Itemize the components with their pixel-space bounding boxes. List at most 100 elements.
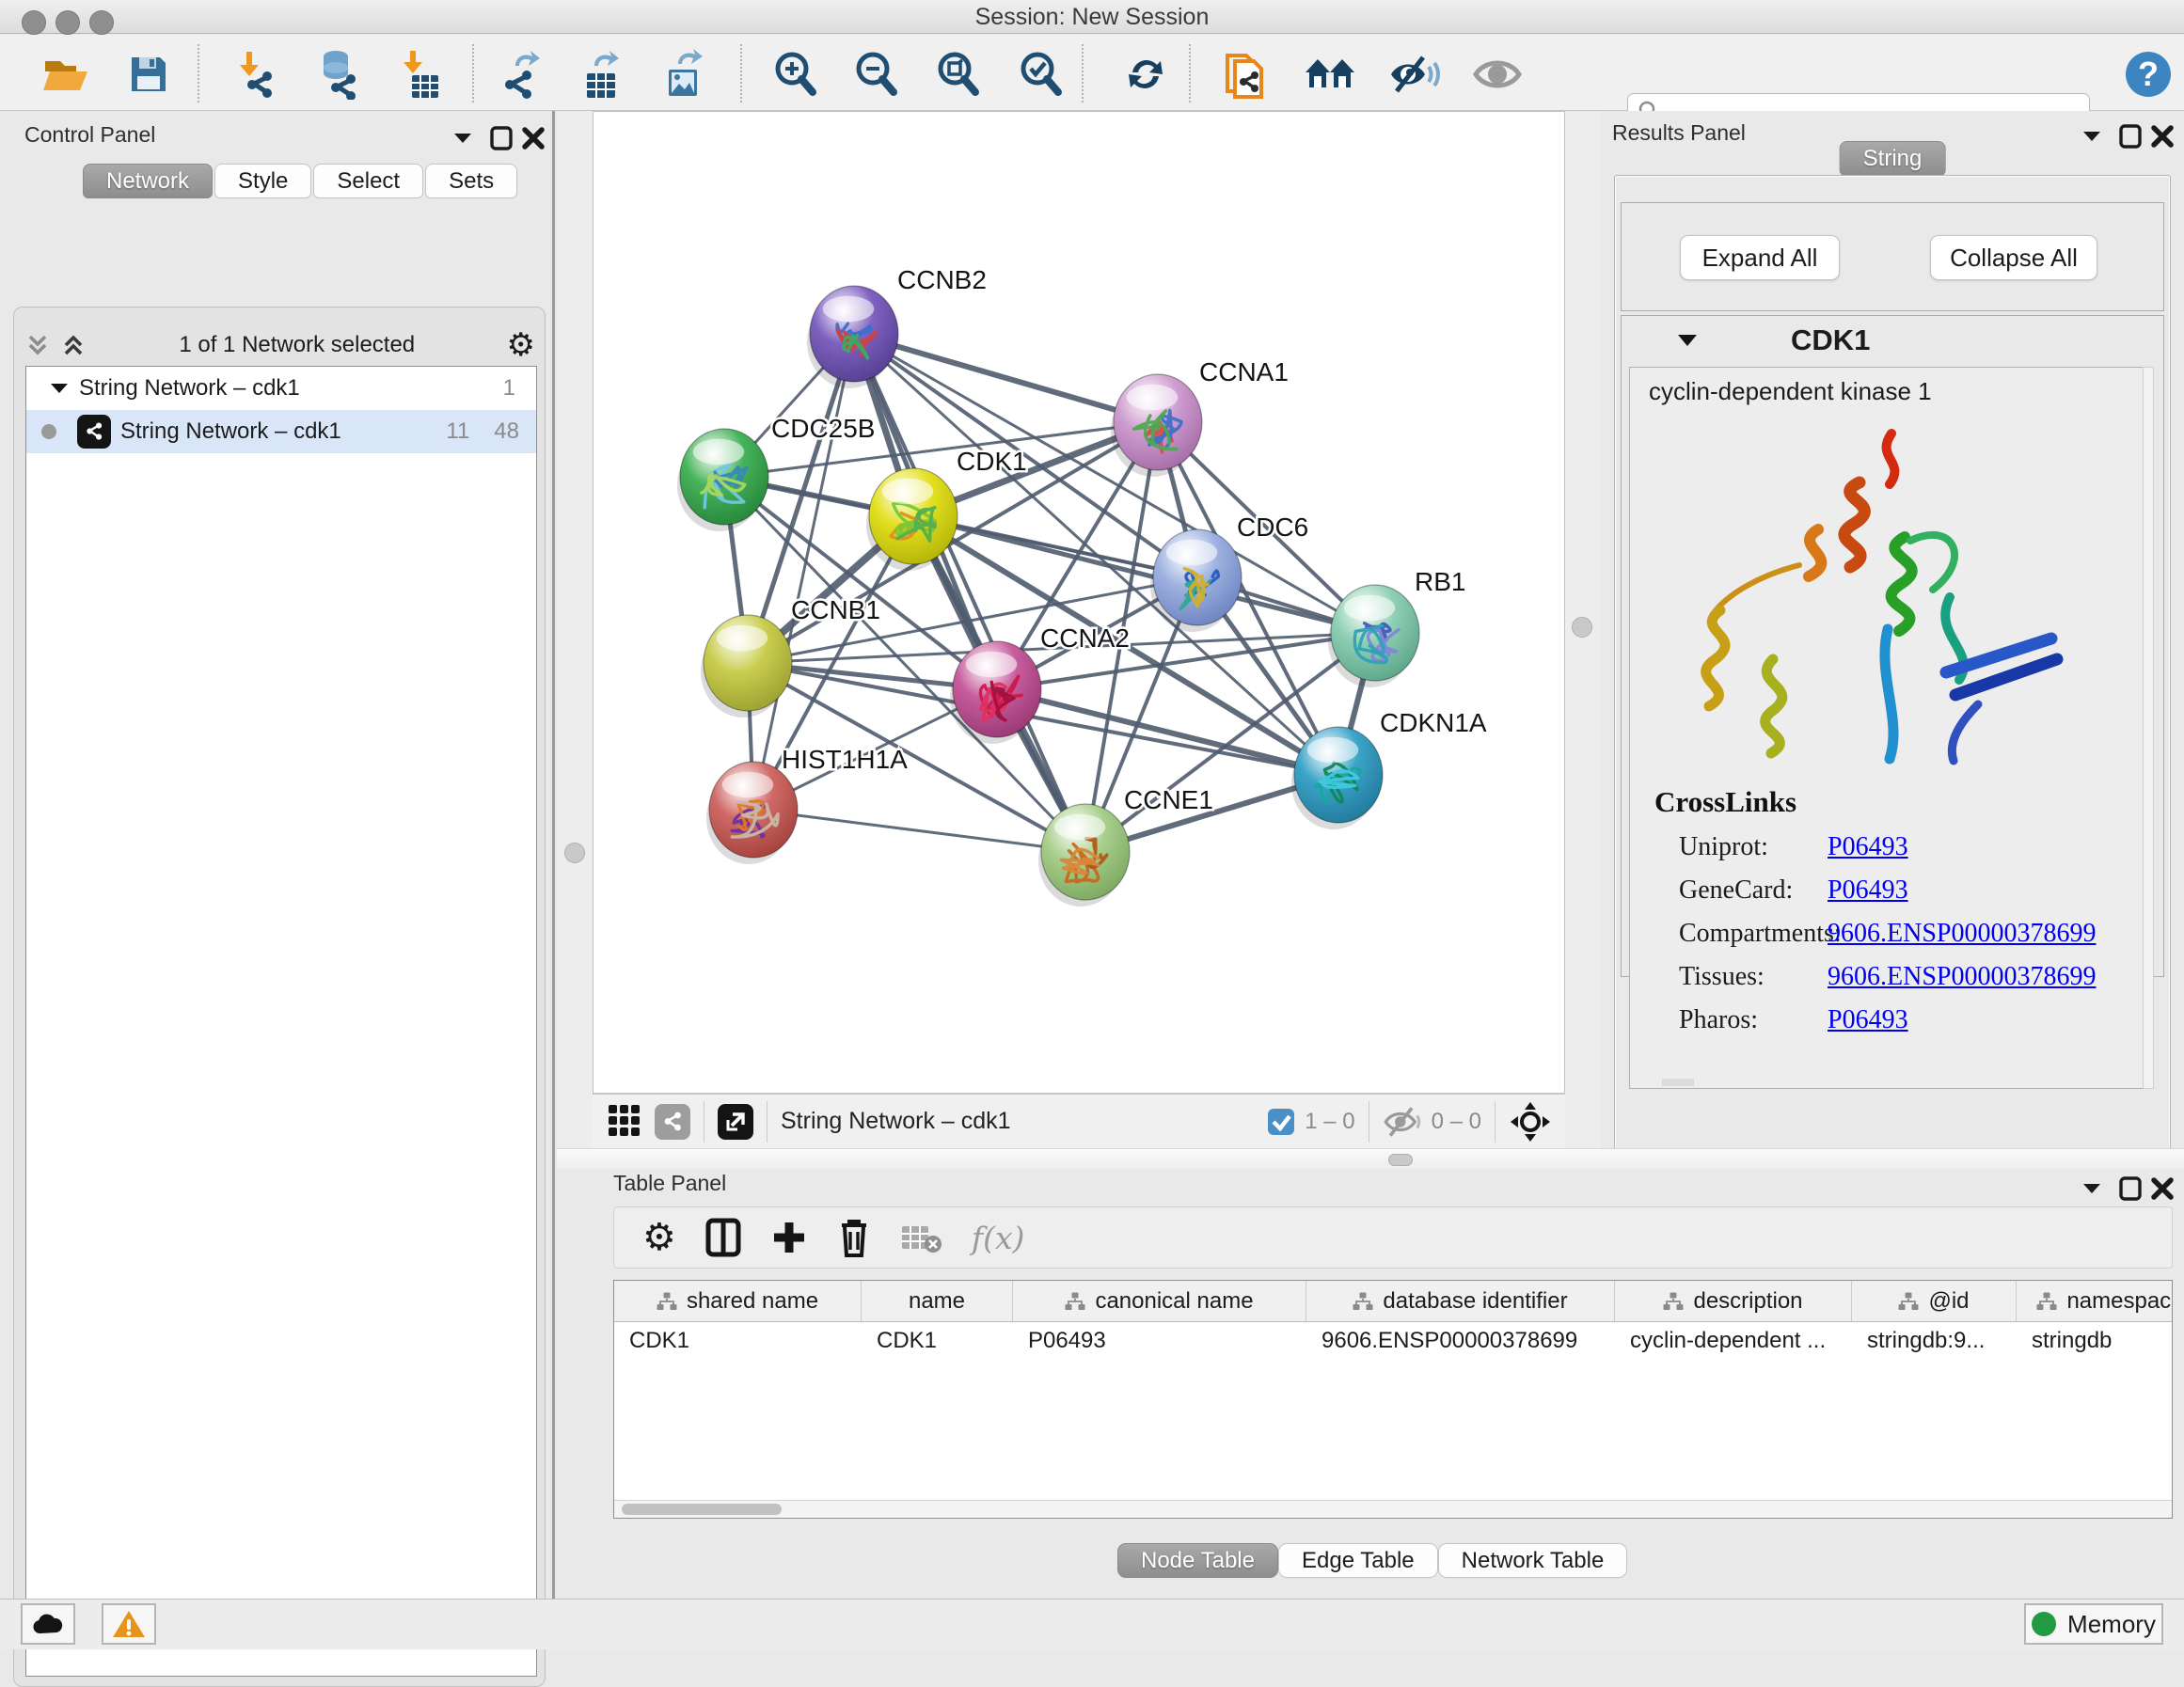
import-network-icon xyxy=(233,50,278,99)
crosslink-link[interactable]: 9606.ENSP00000378699 xyxy=(1828,919,2096,949)
shared-column-icon xyxy=(1898,1292,1919,1311)
tab-string[interactable]: String xyxy=(1840,141,1946,176)
tab-select[interactable]: Select xyxy=(313,164,423,198)
column-header-database-identifier[interactable]: database identifier xyxy=(1306,1281,1615,1321)
table-cell[interactable]: cyclin-dependent ... xyxy=(1615,1322,1852,1362)
tab-edge-table[interactable]: Edge Table xyxy=(1278,1543,1438,1578)
crosslink-link[interactable]: 9606.ENSP00000378699 xyxy=(1828,962,2096,992)
panel-menu-icon[interactable] xyxy=(2080,124,2112,149)
table-cell[interactable]: CDK1 xyxy=(862,1322,1013,1362)
warnings-button[interactable] xyxy=(102,1603,156,1645)
network-row-selected[interactable]: String Network – cdk1 11 48 xyxy=(26,410,536,453)
section-expander-icon[interactable] xyxy=(1676,331,1699,350)
table-horizontal-scrollbar[interactable] xyxy=(614,1500,2172,1518)
table-row[interactable]: CDK1CDK1P064939606.ENSP00000378699cyclin… xyxy=(614,1322,2172,1362)
column-header--id[interactable]: @id xyxy=(1852,1281,2017,1321)
results-panel-title: Results Panel xyxy=(1612,120,1746,146)
network-canvas[interactable]: CCNB2CCNA1CDC25BCDK1CDC6RB1CCNB1CCNA2CDK… xyxy=(593,111,1565,1094)
add-column-icon[interactable] xyxy=(770,1217,808,1258)
string-import-button[interactable] xyxy=(1219,48,1272,101)
collapse-all-chevron-icon[interactable] xyxy=(24,331,52,359)
panel-float-icon[interactable] xyxy=(2116,124,2144,149)
separator xyxy=(1495,1101,1496,1143)
fit-content-crosshair-icon[interactable] xyxy=(1509,1100,1552,1143)
table-cell[interactable]: CDK1 xyxy=(614,1322,862,1362)
tab-sets[interactable]: Sets xyxy=(425,164,517,198)
panel-menu-icon[interactable] xyxy=(451,126,483,150)
help-button[interactable]: ? xyxy=(2122,48,2175,101)
tree-expander-icon[interactable] xyxy=(49,380,70,397)
table-settings-gear-icon[interactable]: ⚙ xyxy=(642,1219,676,1256)
table-cell[interactable]: stringdb xyxy=(2017,1322,2173,1362)
export-network-button[interactable] xyxy=(495,48,547,101)
zoom-selected-button[interactable] xyxy=(1014,48,1067,101)
network-collection-row[interactable]: String Network – cdk1 1 xyxy=(26,367,536,410)
column-header-canonical-name[interactable]: canonical name xyxy=(1013,1281,1306,1321)
string-results-container: Expand All Collapse All CDK1 cyclin-depe… xyxy=(1614,175,2171,1230)
panel-float-icon[interactable] xyxy=(487,126,515,150)
selected-checkbox-icon[interactable] xyxy=(1265,1106,1297,1138)
table-panel-splitter[interactable] xyxy=(557,1148,2184,1169)
panel-close-icon[interactable] xyxy=(519,126,547,150)
node-label-CCNB1: CCNB1 xyxy=(791,595,880,624)
panel-close-icon[interactable] xyxy=(2148,124,2176,149)
table-panel-controls xyxy=(2080,1176,2176,1206)
open-in-browser-button[interactable] xyxy=(718,1104,753,1140)
zoom-in-button[interactable] xyxy=(768,48,821,101)
zoom-fit-button[interactable] xyxy=(931,48,984,101)
import-network-file-button[interactable] xyxy=(229,48,282,101)
control-panel-title: Control Panel xyxy=(24,122,155,148)
cloud-status-button[interactable] xyxy=(21,1603,75,1645)
network-graph[interactable]: CCNB2CCNA1CDC25BCDK1CDC6RB1CCNB1CCNA2CDK… xyxy=(593,112,1564,1093)
column-header-shared-name[interactable]: shared name xyxy=(614,1281,862,1321)
delete-trash-icon[interactable] xyxy=(836,1216,872,1259)
network-options-gear-icon[interactable]: ⚙ xyxy=(507,329,535,361)
table-cell[interactable]: stringdb:9... xyxy=(1852,1322,2017,1362)
expand-all-button[interactable]: Expand All xyxy=(1680,235,1840,280)
import-table-file-button[interactable] xyxy=(393,48,446,101)
right-panel-divider[interactable] xyxy=(1565,111,1601,1148)
tab-network[interactable]: Network xyxy=(83,164,213,198)
tab-network-table[interactable]: Network Table xyxy=(1438,1543,1628,1578)
memory-button[interactable]: Memory xyxy=(2024,1603,2163,1645)
crosslink-link[interactable]: P06493 xyxy=(1828,832,1908,862)
crosslink-link[interactable]: P06493 xyxy=(1828,875,1908,906)
hide-selected-button[interactable] xyxy=(1388,48,1441,101)
show-columns-icon[interactable] xyxy=(704,1217,742,1258)
column-header-name[interactable]: name xyxy=(862,1281,1013,1321)
divider-handle[interactable] xyxy=(564,843,585,863)
export-image-button[interactable] xyxy=(657,48,710,101)
panel-menu-icon[interactable] xyxy=(2080,1176,2112,1201)
shared-column-icon xyxy=(1663,1292,1684,1311)
results-vertical-scrollbar[interactable] xyxy=(2143,367,2154,1089)
open-session-button[interactable] xyxy=(40,48,92,101)
panel-close-icon[interactable] xyxy=(2148,1176,2176,1201)
scrollbar-thumb[interactable] xyxy=(622,1504,782,1515)
protein-section-header[interactable]: CDK1 xyxy=(1622,316,2163,365)
view-grid-button[interactable] xyxy=(606,1100,643,1143)
collapse-all-button[interactable]: Collapse All xyxy=(1930,235,2097,280)
expand-all-chevron-icon[interactable] xyxy=(59,331,87,359)
bundled-apps-button[interactable] xyxy=(1304,48,1356,101)
refresh-button[interactable] xyxy=(1119,48,1172,101)
node-label-CDC25B: CDC25B xyxy=(771,414,875,443)
zoom-out-button[interactable] xyxy=(849,48,902,101)
column-header-description[interactable]: description xyxy=(1615,1281,1852,1321)
column-header-namespace[interactable]: namespace xyxy=(2017,1281,2173,1321)
divider-handle[interactable] xyxy=(1572,617,1592,638)
tab-node-table[interactable]: Node Table xyxy=(1117,1543,1278,1578)
save-session-button[interactable] xyxy=(122,48,175,101)
tab-style[interactable]: Style xyxy=(214,164,311,198)
network-selection-status: 1 of 1 Network selected xyxy=(87,332,507,358)
crosslink-link[interactable]: P06493 xyxy=(1828,1005,1908,1035)
table-cell[interactable]: 9606.ENSP00000378699 xyxy=(1306,1322,1615,1362)
show-all-button[interactable] xyxy=(1471,48,1524,101)
panel-float-icon[interactable] xyxy=(2116,1176,2144,1201)
export-table-button[interactable] xyxy=(576,48,628,101)
toolbar-separator xyxy=(1082,44,1084,102)
string-view-badge[interactable] xyxy=(655,1104,690,1140)
splitter-handle[interactable] xyxy=(1388,1154,1413,1166)
node-table[interactable]: shared namenamecanonical namedatabase id… xyxy=(613,1280,2173,1519)
table-cell[interactable]: P06493 xyxy=(1013,1322,1306,1362)
import-network-database-button[interactable] xyxy=(310,48,363,101)
